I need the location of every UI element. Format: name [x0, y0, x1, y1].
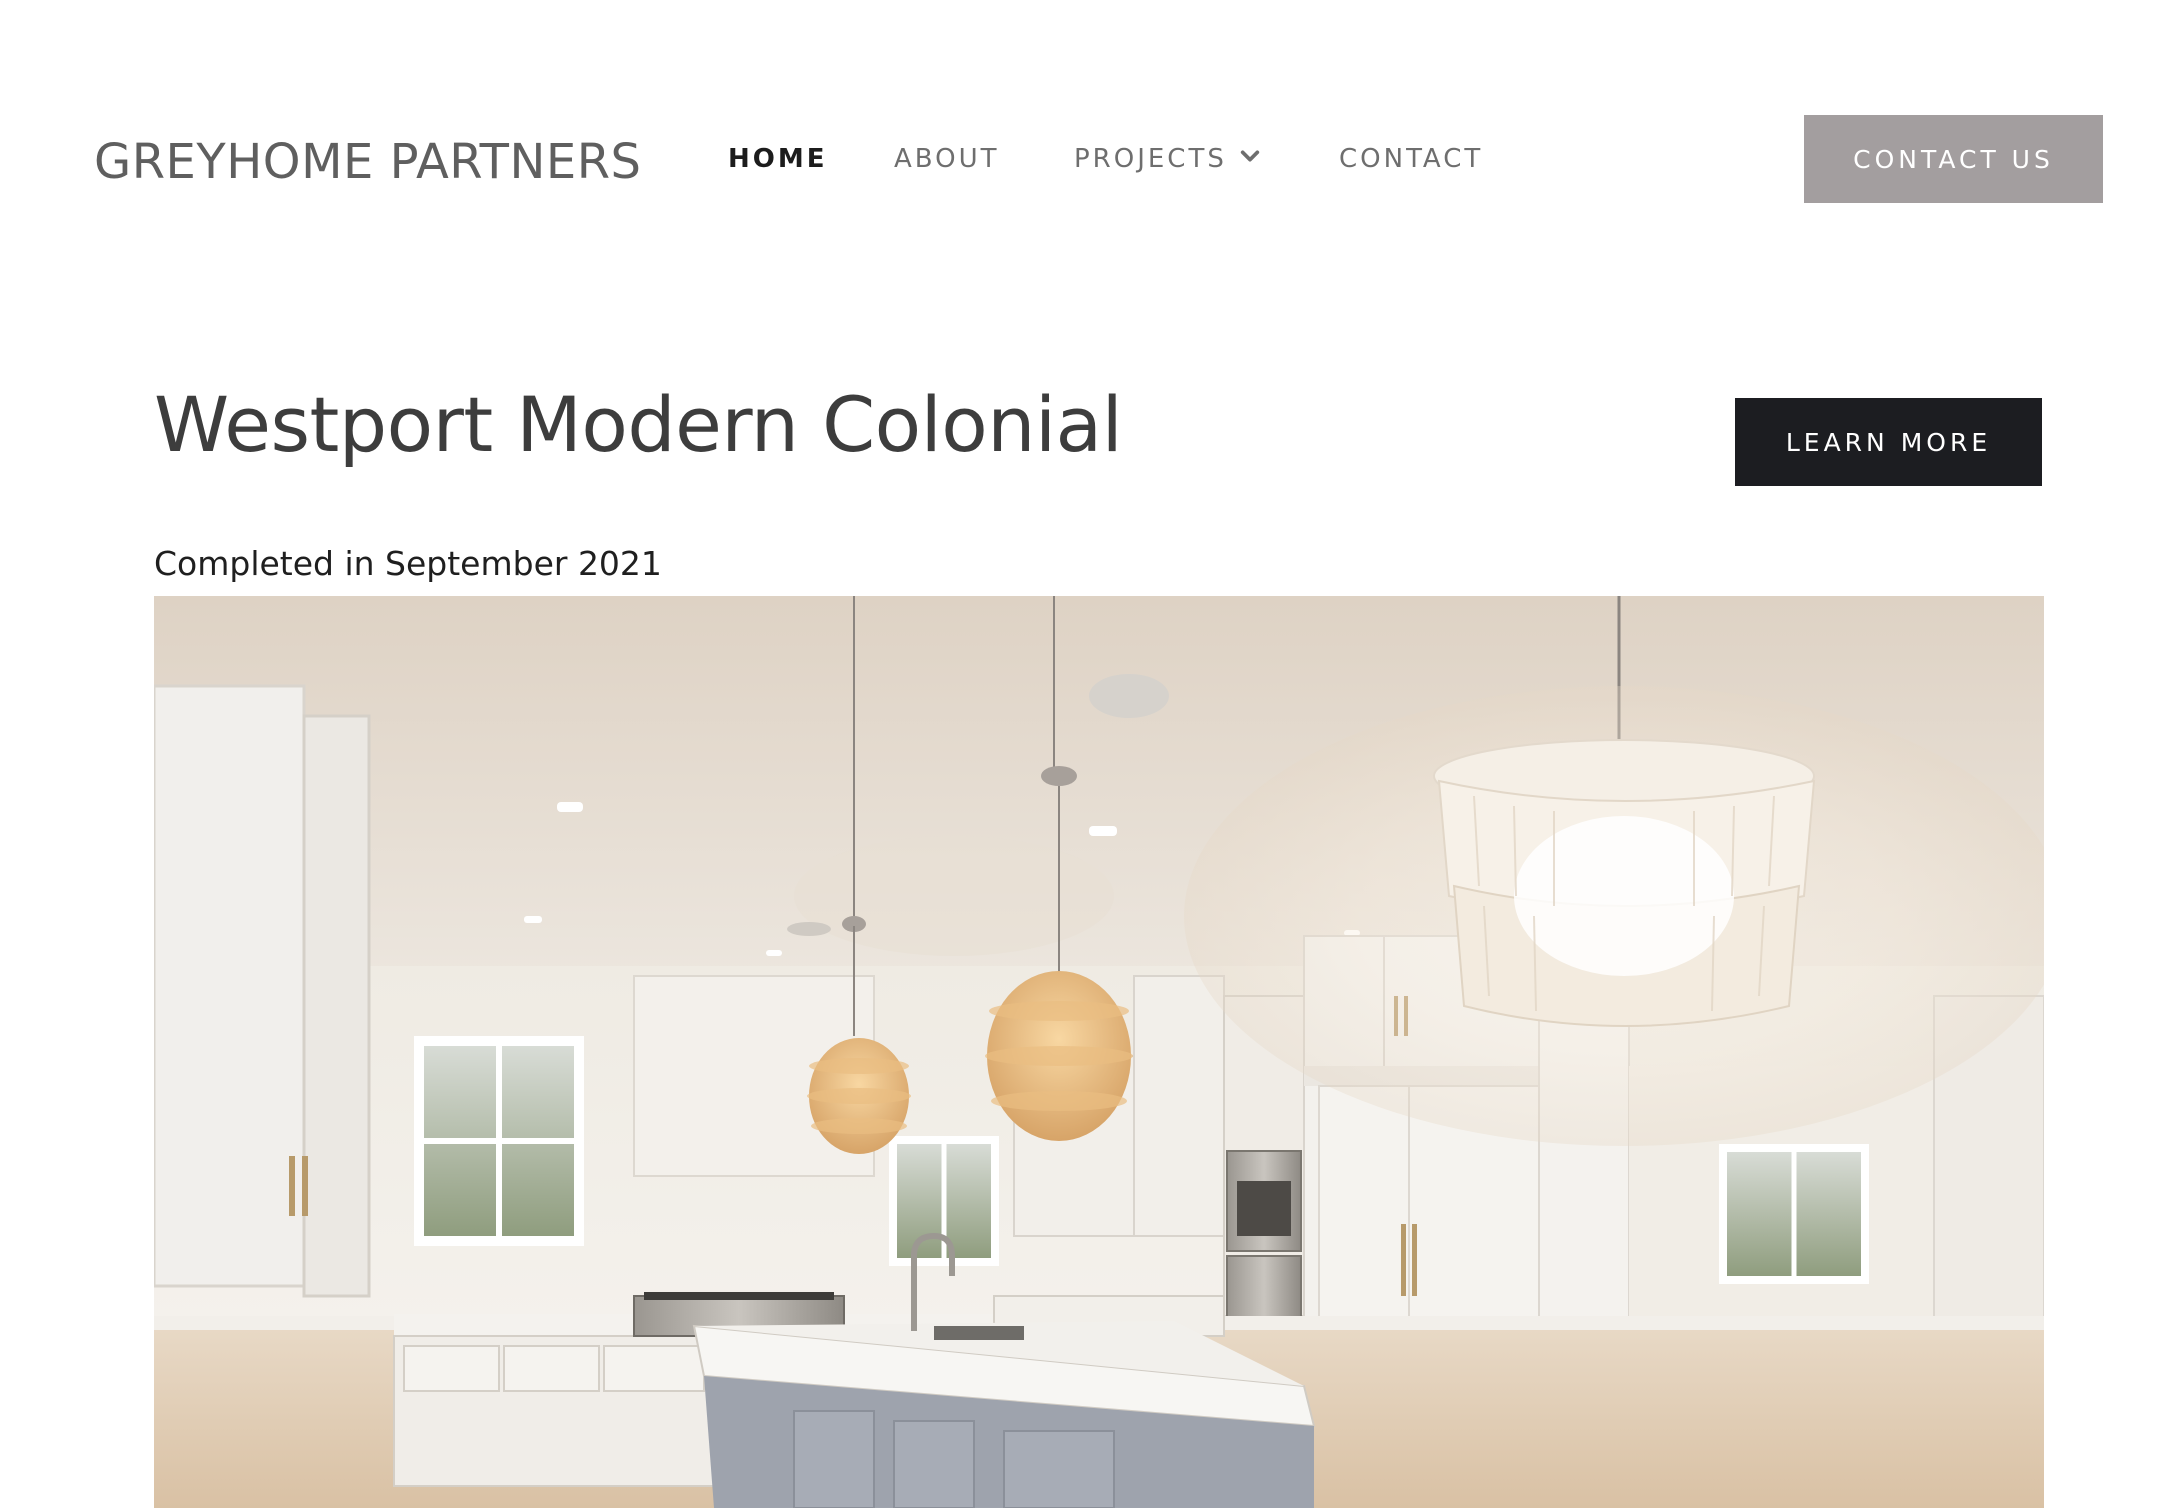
contact-us-button[interactable]: CONTACT US — [1804, 115, 2103, 203]
nav-about[interactable]: ABOUT — [894, 144, 1000, 174]
nav-projects[interactable]: PROJECTS — [1074, 144, 1261, 174]
project-title: Westport Modern Colonial — [154, 380, 1123, 469]
nav-projects-label: PROJECTS — [1074, 144, 1227, 174]
chevron-down-icon[interactable] — [1239, 145, 1261, 167]
learn-more-button[interactable]: LEARN MORE — [1735, 398, 2042, 486]
site-header: GREYHOME PARTNERS HOME ABOUT PROJECTS CO… — [0, 0, 2184, 320]
kitchen-photo — [154, 596, 2044, 1508]
nav-home[interactable]: HOME — [728, 144, 828, 174]
kitchen-interior-photo — [154, 596, 2044, 1508]
site-logo[interactable]: GREYHOME PARTNERS — [94, 134, 642, 190]
nav-contact[interactable]: CONTACT — [1339, 144, 1483, 174]
completion-date: Completed in September 2021 — [154, 544, 662, 583]
